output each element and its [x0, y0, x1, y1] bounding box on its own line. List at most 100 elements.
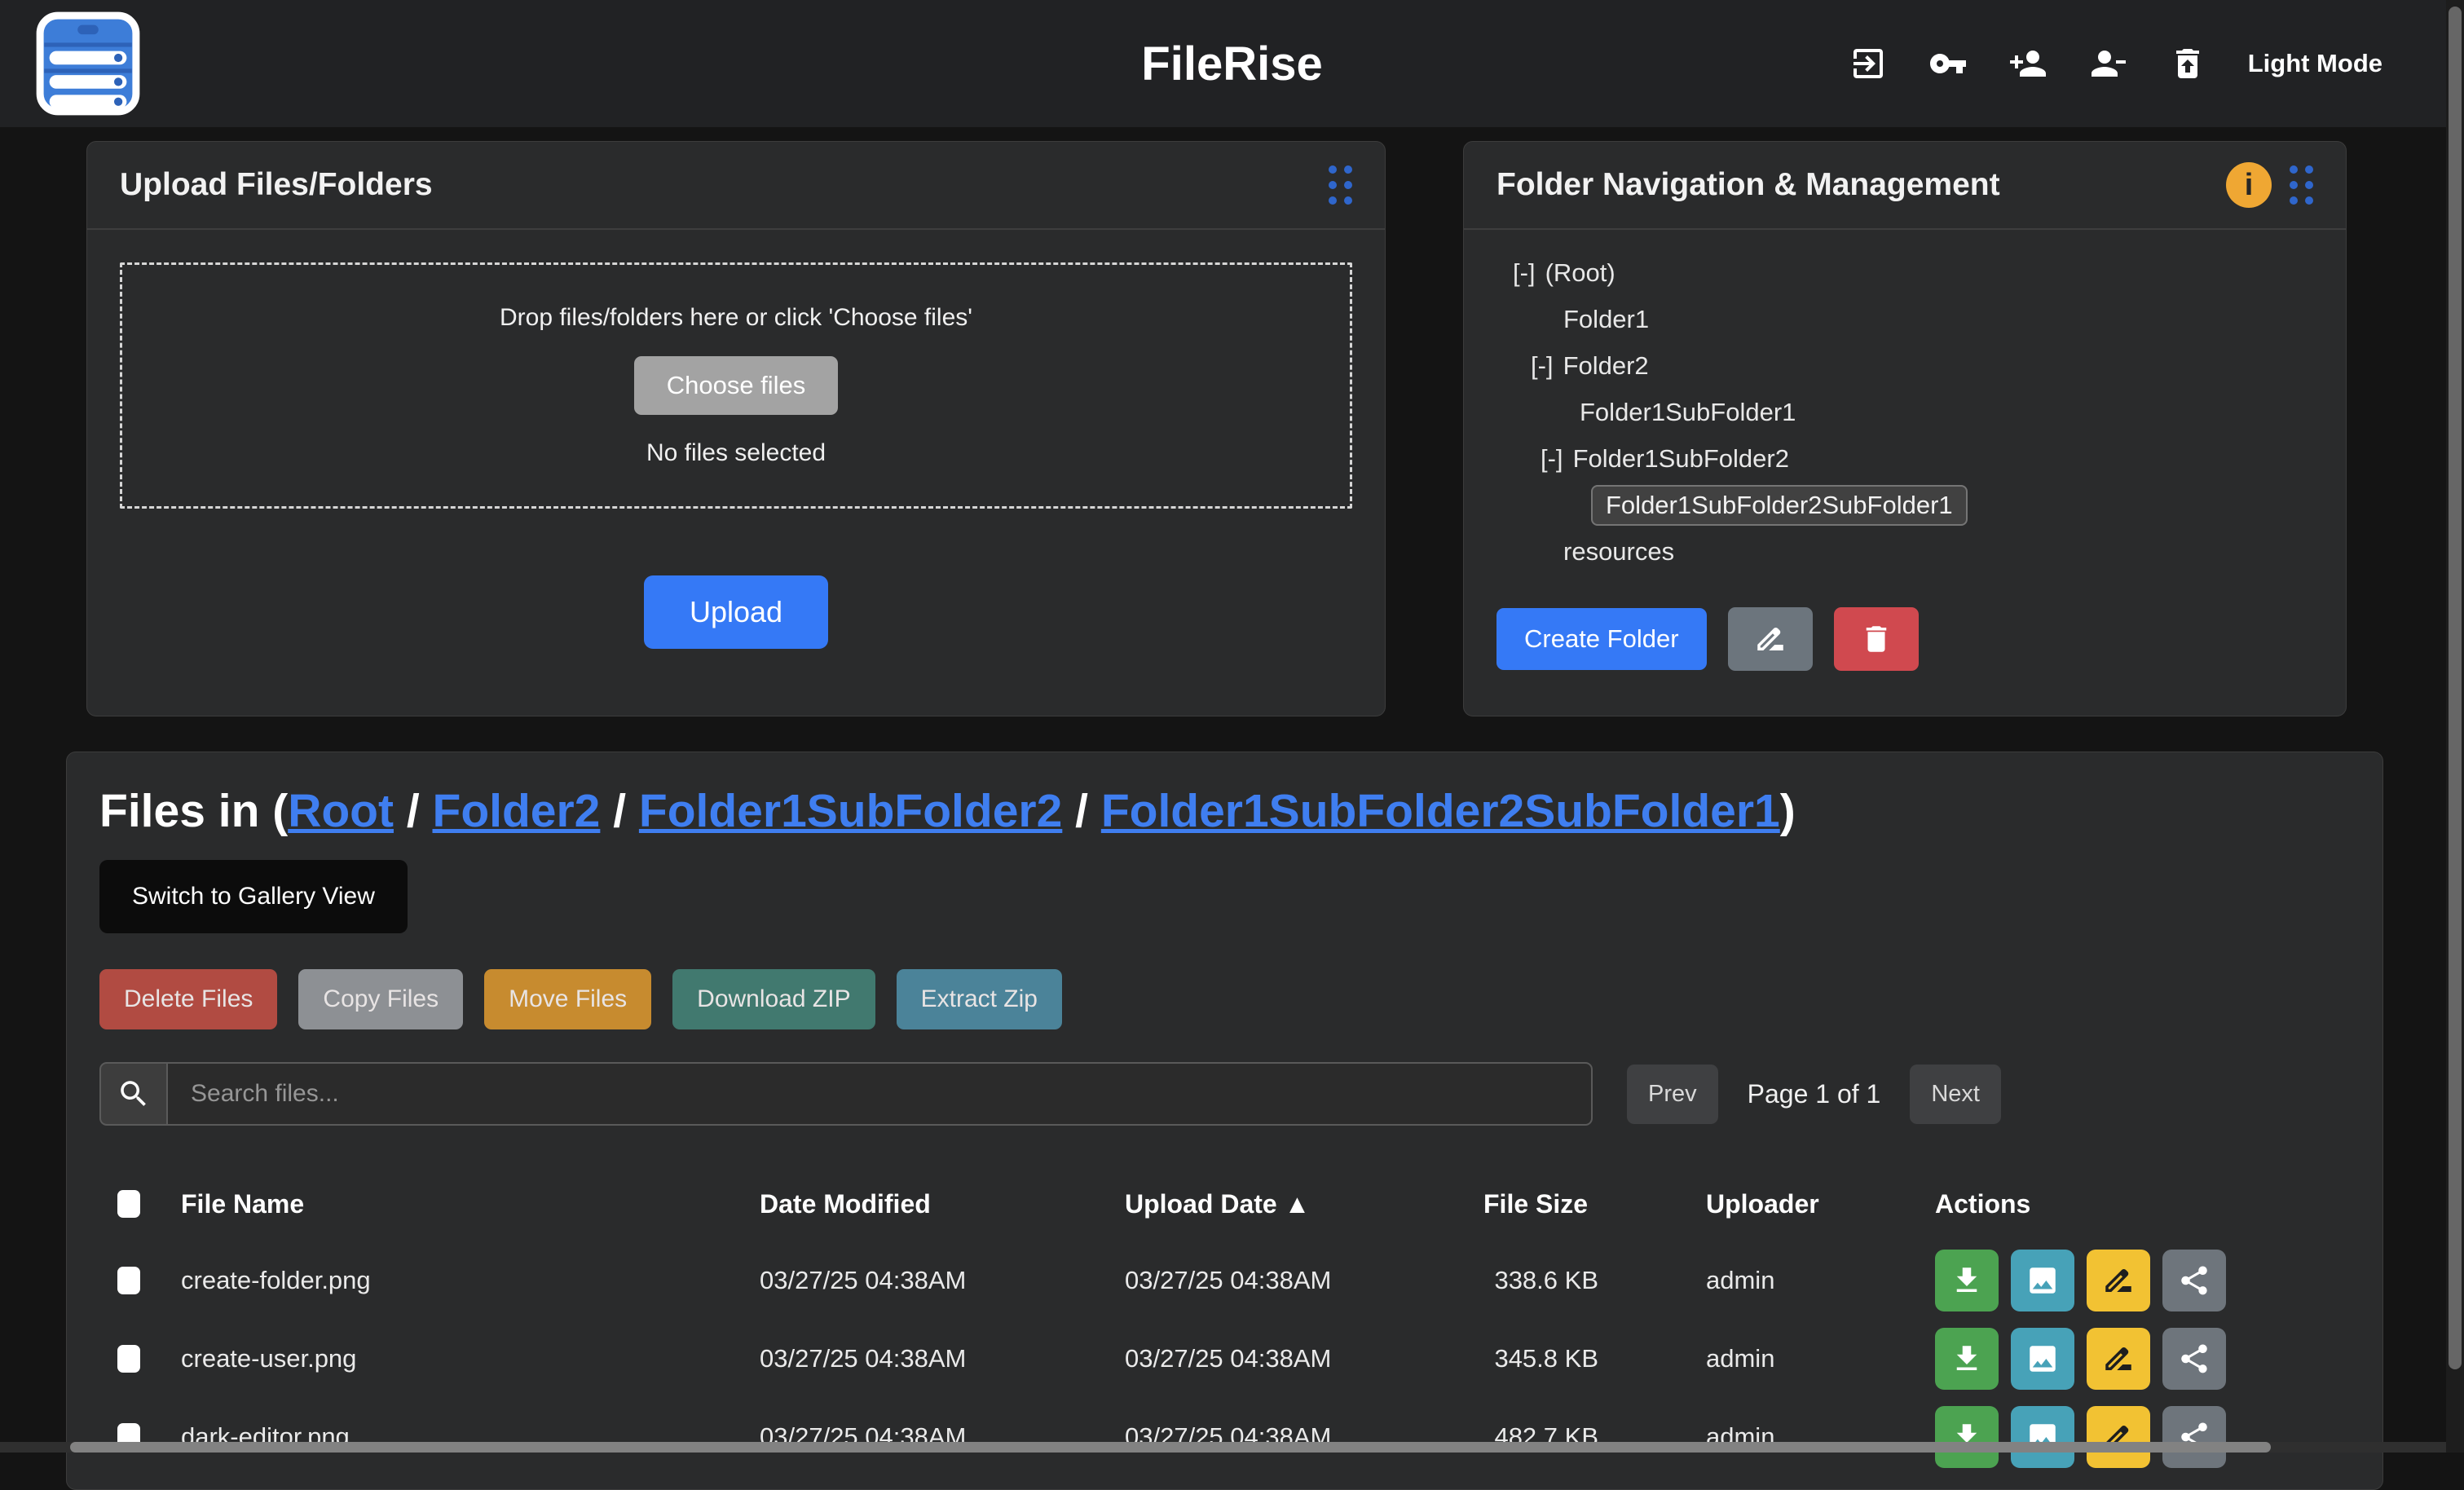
date-modified: 03/27/25 04:38AM: [760, 1241, 1125, 1320]
edit-file-button[interactable]: [2087, 1250, 2150, 1311]
header-actions: Light Mode: [1849, 0, 2382, 127]
drag-handle-icon[interactable]: [2290, 165, 2313, 205]
folder-card-title: Folder Navigation & Management: [1496, 167, 2000, 203]
key-icon[interactable]: [1928, 44, 1968, 83]
copy-files-button[interactable]: Copy Files: [298, 969, 463, 1029]
drag-handle-icon[interactable]: [1329, 165, 1352, 205]
tree-toggle-icon[interactable]: [-]: [1531, 351, 1554, 381]
tree-item-resources[interactable]: resources: [1496, 528, 2313, 575]
table-row: create-user.png 03/27/25 04:38AM 03/27/2…: [99, 1320, 2351, 1398]
share-file-button[interactable]: [2162, 1406, 2226, 1468]
column-header-file-name[interactable]: File Name: [181, 1166, 760, 1241]
column-header-date-modified[interactable]: Date Modified: [760, 1166, 1125, 1241]
delete-folder-button[interactable]: [1834, 607, 1919, 671]
edit-file-button[interactable]: [2087, 1406, 2150, 1468]
logout-icon[interactable]: [1849, 44, 1888, 83]
date-modified: 03/27/25 04:38AM: [760, 1320, 1125, 1398]
row-checkbox[interactable]: [117, 1345, 140, 1373]
edit-pencil-icon: [2101, 1342, 2136, 1376]
filerise-logo-icon[interactable]: [36, 11, 140, 116]
extract-zip-button[interactable]: Extract Zip: [897, 969, 1062, 1029]
uploader: admin: [1706, 1320, 1935, 1398]
files-table: File Name Date Modified Upload Date ▲ Fi…: [99, 1166, 2351, 1476]
breadcrumb-root-link[interactable]: Root: [288, 785, 394, 837]
breadcrumb-folder1subfolder2-link[interactable]: Folder1SubFolder2: [639, 785, 1062, 837]
column-header-uploader[interactable]: Uploader: [1706, 1166, 1935, 1241]
prev-page-button[interactable]: Prev: [1627, 1065, 1718, 1124]
column-header-upload-date-sorted[interactable]: Upload Date ▲: [1125, 1166, 1483, 1241]
edit-file-button[interactable]: [2087, 1328, 2150, 1390]
preview-image-button[interactable]: [2011, 1406, 2074, 1468]
row-checkbox[interactable]: [117, 1267, 140, 1294]
heading-prefix: Files in (: [99, 785, 288, 837]
download-zip-button[interactable]: Download ZIP: [672, 969, 875, 1029]
rename-folder-button[interactable]: [1728, 607, 1813, 671]
folder-card-header: Folder Navigation & Management i: [1464, 142, 2346, 230]
add-user-icon[interactable]: [2008, 44, 2047, 83]
file-size: 482.7 KB: [1483, 1398, 1706, 1476]
page-info: Page 1 of 1: [1748, 1079, 1881, 1109]
tree-item-folder2[interactable]: [-] Folder2: [1496, 342, 2313, 389]
breadcrumb-separator: /: [600, 785, 639, 837]
file-name[interactable]: dark-editor.png: [181, 1398, 760, 1476]
tree-item-root[interactable]: [-] (Root): [1496, 249, 2313, 296]
restore-trash-icon[interactable]: [2168, 44, 2207, 83]
search-icon-button[interactable]: [99, 1062, 166, 1126]
tree-item-label: Folder2: [1563, 351, 1649, 381]
upload-card-title: Upload Files/Folders: [120, 167, 433, 203]
table-header-row: File Name Date Modified Upload Date ▲ Fi…: [99, 1166, 2351, 1241]
file-dropzone[interactable]: Drop files/folders here or click 'Choose…: [120, 262, 1352, 509]
uploader: admin: [1706, 1398, 1935, 1476]
remove-user-icon[interactable]: [2088, 44, 2127, 83]
upload-date: 03/27/25 04:38AM: [1125, 1398, 1483, 1476]
tree-item-folder1subfolder2[interactable]: [-] Folder1SubFolder2: [1496, 435, 2313, 482]
preview-image-button[interactable]: [2011, 1250, 2074, 1311]
info-icon[interactable]: i: [2226, 162, 2272, 208]
image-preview-icon: [2025, 1263, 2060, 1298]
share-file-button[interactable]: [2162, 1250, 2226, 1311]
move-files-button[interactable]: Move Files: [484, 969, 651, 1029]
download-icon: [1950, 1342, 1984, 1376]
next-page-button[interactable]: Next: [1910, 1065, 2001, 1124]
horizontal-scrollbar-track[interactable]: [0, 1442, 2446, 1453]
light-mode-toggle[interactable]: Light Mode: [2248, 49, 2382, 78]
bulk-actions-toolbar: Delete Files Copy Files Move Files Downl…: [99, 969, 2350, 1029]
choose-files-button[interactable]: Choose files: [634, 356, 839, 415]
table-row: dark-editor.png 03/27/25 04:38AM 03/27/2…: [99, 1398, 2351, 1476]
download-file-button[interactable]: [1935, 1328, 1999, 1390]
upload-button[interactable]: Upload: [644, 575, 828, 649]
column-header-file-size[interactable]: File Size: [1483, 1166, 1706, 1241]
date-modified: 03/27/25 04:38AM: [760, 1398, 1125, 1476]
app-header: FileRise Light Mode: [0, 0, 2464, 127]
tree-item-folder1[interactable]: Folder1: [1496, 296, 2313, 342]
horizontal-scrollbar-thumb[interactable]: [70, 1442, 2271, 1453]
download-file-button[interactable]: [1935, 1406, 1999, 1468]
tree-item-folder1subfolder2subfolder1-selected[interactable]: Folder1SubFolder2SubFolder1: [1496, 482, 2313, 528]
trash-icon: [1859, 622, 1893, 656]
files-breadcrumb-heading: Files in (Root / Folder2 / Folder1SubFol…: [99, 783, 2350, 839]
search-input[interactable]: [166, 1062, 1593, 1126]
breadcrumb-separator: /: [394, 785, 433, 837]
folder-tree: [-] (Root) Folder1 [-] Folder2 Folder1Su…: [1464, 230, 2346, 671]
preview-image-button[interactable]: [2011, 1328, 2074, 1390]
vertical-scrollbar-thumb[interactable]: [2449, 7, 2462, 1369]
delete-files-button[interactable]: Delete Files: [99, 969, 277, 1029]
edit-pencil-icon: [2101, 1263, 2136, 1298]
breadcrumb-folder1subfolder2subfolder1-link[interactable]: Folder1SubFolder2SubFolder1: [1101, 785, 1780, 837]
switch-gallery-view-button[interactable]: Switch to Gallery View: [99, 860, 408, 933]
heading-suffix: ): [1780, 785, 1796, 837]
breadcrumb-folder2-link[interactable]: Folder2: [433, 785, 601, 837]
download-icon: [1950, 1263, 1984, 1298]
create-folder-button[interactable]: Create Folder: [1496, 608, 1707, 670]
share-file-button[interactable]: [2162, 1328, 2226, 1390]
file-name[interactable]: create-user.png: [181, 1320, 760, 1398]
vertical-scrollbar-track[interactable]: [2446, 0, 2464, 1453]
file-name[interactable]: create-folder.png: [181, 1241, 760, 1320]
breadcrumb-separator: /: [1062, 785, 1101, 837]
tree-toggle-icon[interactable]: [-]: [1513, 258, 1536, 288]
tree-toggle-icon[interactable]: [-]: [1541, 444, 1563, 474]
download-file-button[interactable]: [1935, 1250, 1999, 1311]
select-all-checkbox[interactable]: [117, 1190, 140, 1218]
tree-item-label: Folder1SubFolder1: [1580, 398, 1796, 427]
tree-item-folder1subfolder1[interactable]: Folder1SubFolder1: [1496, 389, 2313, 435]
